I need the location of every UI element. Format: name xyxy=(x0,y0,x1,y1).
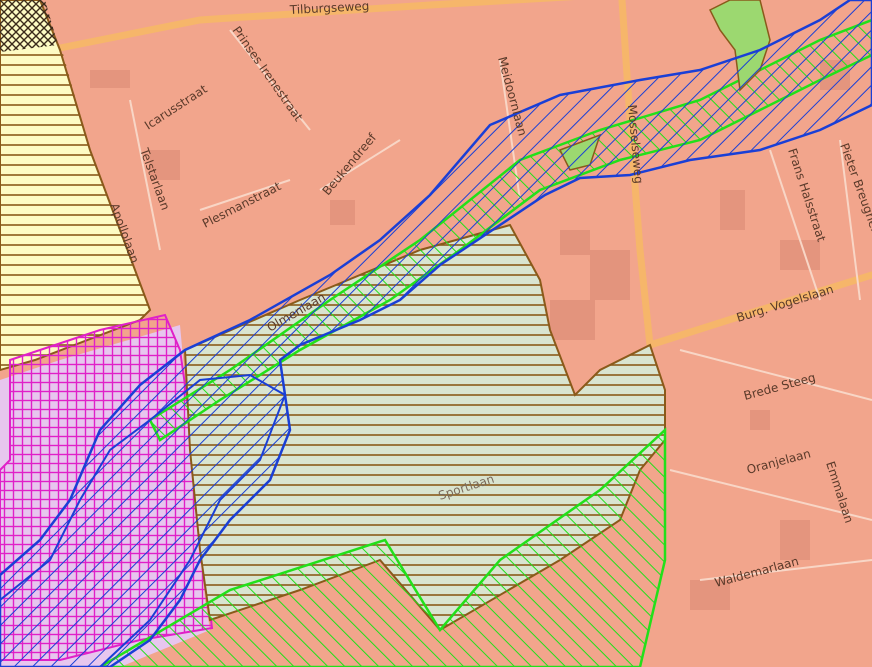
map-canvas[interactable]: Tilburgseweg Prinses Irenestraat Icaruss… xyxy=(0,0,872,667)
